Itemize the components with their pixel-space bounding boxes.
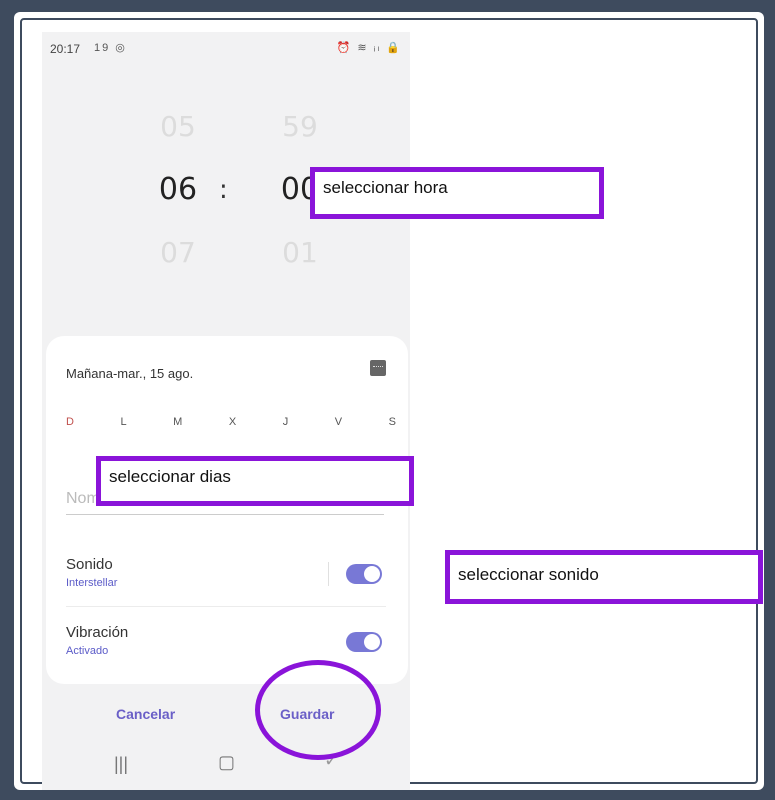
vibration-title: Vibración xyxy=(66,624,129,641)
row-divider xyxy=(66,606,386,607)
hour-selected[interactable]: 06 xyxy=(148,172,208,207)
hour-prev[interactable]: 05 xyxy=(148,110,208,143)
minute-next[interactable]: 01 xyxy=(270,236,330,269)
annotation-select-hour: seleccionar hora xyxy=(310,167,604,219)
recent-apps-icon[interactable]: ||| xyxy=(114,754,128,775)
row-separator xyxy=(328,562,329,586)
annotation-save-circle xyxy=(255,660,381,760)
status-time: 20:17 xyxy=(50,42,81,56)
system-icons: ⏰ ≋ ᵢₗ 🔒 xyxy=(336,42,402,54)
annotation-select-days: seleccionar dias xyxy=(96,456,414,506)
notification-icons: 19 ◎ xyxy=(94,42,127,54)
vibration-toggle[interactable] xyxy=(346,632,382,652)
day-jueves[interactable]: J xyxy=(283,416,289,428)
annotation-select-sound: seleccionar sonido xyxy=(445,550,763,604)
vibration-row[interactable]: Vibración Activado xyxy=(66,624,386,657)
day-miercoles[interactable]: X xyxy=(229,416,236,428)
sound-value: Interstellar xyxy=(66,577,118,589)
day-sabado[interactable]: S xyxy=(389,416,396,428)
hour-next[interactable]: 07 xyxy=(148,236,208,269)
cancel-button[interactable]: Cancelar xyxy=(116,706,175,722)
home-icon[interactable]: ▢ xyxy=(218,752,235,773)
day-martes[interactable]: M xyxy=(173,416,182,428)
day-viernes[interactable]: V xyxy=(335,416,342,428)
toggle-knob xyxy=(364,566,380,582)
sound-title: Sonido xyxy=(66,556,113,573)
sound-row[interactable]: Sonido Interstellar xyxy=(66,556,386,589)
sound-toggle[interactable] xyxy=(346,564,382,584)
alarm-settings-card: Mañana-mar., 15 ago. D L M X J V S Nombr… xyxy=(46,336,408,684)
alarm-date-label: Mañana-mar., 15 ago. xyxy=(66,366,194,381)
day-lunes[interactable]: L xyxy=(120,416,126,428)
toggle-knob xyxy=(364,634,380,650)
calendar-icon[interactable] xyxy=(370,360,386,376)
vibration-value: Activado xyxy=(66,645,109,657)
time-separator: : xyxy=(219,175,228,205)
status-bar: 20:17 19 ◎ ⏰ ≋ ᵢₗ 🔒 xyxy=(42,32,410,62)
day-domingo[interactable]: D xyxy=(66,416,74,428)
weekday-selector: D L M X J V S xyxy=(66,416,396,428)
minute-prev[interactable]: 59 xyxy=(270,110,330,143)
